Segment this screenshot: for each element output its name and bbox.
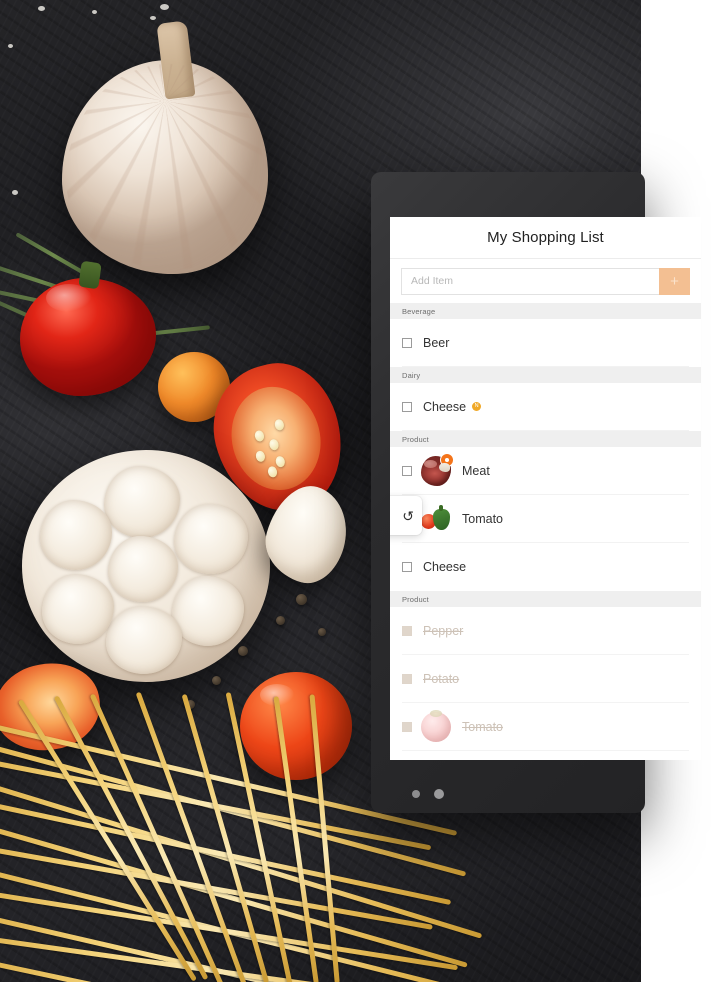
tomato-thumbnail-icon — [421, 710, 451, 742]
list-item[interactable]: Potato — [390, 655, 701, 703]
undo-arrow-icon[interactable]: ↺ — [402, 509, 414, 523]
section-header-dairy: Dairy — [390, 367, 701, 383]
item-label: Tomato — [462, 512, 503, 526]
page-title: My Shopping List — [487, 229, 604, 246]
garlic-clove — [172, 576, 244, 646]
add-item-input[interactable] — [401, 267, 659, 295]
garlic-clove — [174, 504, 248, 574]
checkbox-checked[interactable] — [402, 626, 412, 636]
item-label: Meat — [462, 464, 490, 478]
section-header-product-completed: Product — [390, 591, 701, 607]
add-item-row: + — [390, 259, 701, 303]
salt-fleck — [38, 6, 45, 11]
salt-fleck — [150, 16, 156, 20]
peppercorn — [212, 676, 221, 685]
green-pepper-shape-icon — [433, 505, 450, 530]
list-item[interactable]: Cheese — [390, 543, 701, 591]
shopping-list[interactable]: Beverage Beer Dairy Cheese N Product Mea… — [390, 303, 701, 760]
shopping-list-app: My Shopping List + Beverage Beer Dairy — [390, 217, 701, 760]
checkbox-checked[interactable] — [402, 674, 412, 684]
tablet-screen: My Shopping List + Beverage Beer Dairy — [390, 217, 701, 760]
section-header-beverage: Beverage — [390, 303, 701, 319]
item-label: Potato — [423, 672, 460, 686]
garlic-clove — [104, 466, 180, 538]
section-header-product: Product — [390, 431, 701, 447]
peppercorn — [318, 628, 326, 636]
peppercorn — [238, 646, 248, 656]
salt-fleck — [92, 10, 97, 14]
pepper-seed — [266, 465, 279, 479]
checkbox-unchecked[interactable] — [402, 562, 412, 572]
peppercorn — [276, 616, 285, 625]
nav-dot-small[interactable] — [412, 790, 420, 798]
garlic-clove — [42, 574, 114, 644]
item-label: Tomato — [462, 720, 503, 734]
tomato-pepper-thumbnail-icon — [421, 504, 451, 534]
list-item[interactable]: Meat — [390, 447, 701, 495]
checkbox-checked[interactable] — [402, 722, 412, 732]
list-item[interactable]: Tomato — [390, 495, 701, 543]
item-label: Cheese — [423, 400, 467, 414]
garlic-clove — [106, 606, 182, 674]
peppercorn — [296, 594, 307, 605]
item-label: Pepper — [423, 624, 464, 638]
pepper-seed — [273, 418, 286, 432]
salt-fleck — [12, 190, 18, 195]
salt-fleck — [8, 44, 13, 48]
list-item[interactable]: Tomato — [390, 703, 701, 751]
garlic-clove — [108, 536, 178, 602]
garlic-clove — [40, 500, 112, 570]
checkbox-unchecked[interactable] — [402, 466, 412, 476]
item-label: Beer — [423, 336, 450, 350]
list-item[interactable]: Cheese N — [390, 383, 701, 431]
pepper-seed — [253, 429, 266, 443]
list-item[interactable]: Beer — [390, 319, 701, 367]
garlic-bulb-halved — [22, 450, 270, 682]
pepper-seed — [254, 449, 267, 463]
new-badge: N — [472, 401, 482, 411]
status-badge — [440, 453, 454, 467]
app-header: My Shopping List — [390, 217, 701, 259]
undo-swipe-action[interactable]: ↺ — [390, 496, 422, 535]
tablet-nav-dots — [412, 789, 444, 799]
tablet-device: My Shopping List + Beverage Beer Dairy — [371, 172, 701, 813]
nav-dot-large[interactable] — [434, 789, 444, 799]
screenshot-root: My Shopping List + Beverage Beer Dairy — [0, 0, 720, 982]
salt-fleck — [160, 4, 169, 10]
item-label: Cheese — [423, 560, 467, 574]
meat-thumbnail-icon — [421, 453, 454, 486]
pepper-seed — [274, 455, 286, 469]
checkbox-unchecked[interactable] — [402, 338, 412, 348]
checkbox-unchecked[interactable] — [402, 402, 412, 412]
add-item-button[interactable]: + — [659, 267, 690, 295]
list-item[interactable]: Pepper — [390, 607, 701, 655]
pepper-seed — [268, 438, 280, 452]
